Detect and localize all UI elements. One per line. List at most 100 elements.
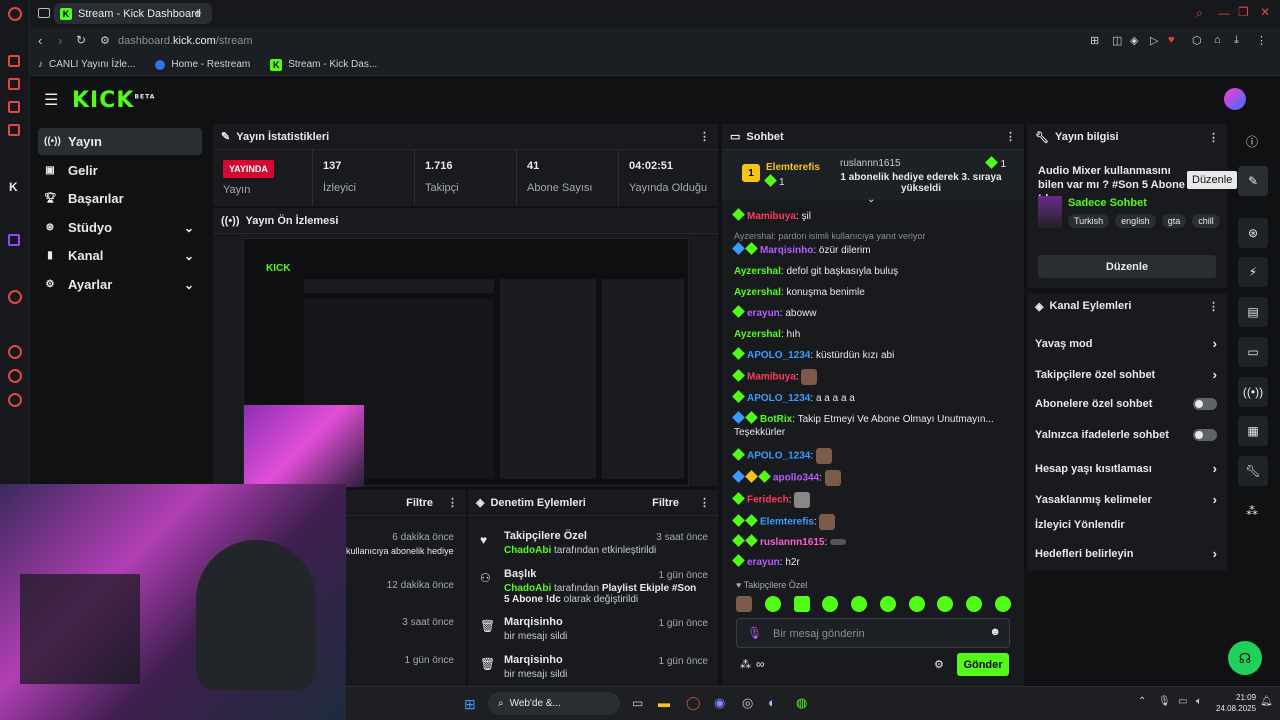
shield-icon[interactable]: ◈ <box>1130 34 1138 47</box>
emote-icon[interactable] <box>822 596 839 612</box>
settings-icon[interactable] <box>8 393 22 407</box>
nav-item-kanal[interactable]: ▮ Kanal ⌄ <box>38 242 202 269</box>
avatar[interactable] <box>1224 88 1246 110</box>
chat-user[interactable]: APOLO_1234 <box>747 350 810 361</box>
windows-start-icon[interactable]: ⊞ <box>464 696 476 713</box>
tag[interactable]: Turkish <box>1068 214 1110 228</box>
chat-user[interactable]: APOLO_1234 <box>747 451 810 462</box>
history-icon[interactable] <box>8 345 22 359</box>
chat-user[interactable]: Ayzershal <box>734 329 781 340</box>
chat-user[interactable]: apollo344 <box>773 473 819 484</box>
nav-item-basarilar[interactable]: 🏆︎ Başarılar <box>38 185 202 212</box>
channel-action-goals[interactable]: Hedefleri belirleyin › <box>1035 546 1217 561</box>
channel-action-account-age[interactable]: Hesap yaşı kısıtlaması › <box>1035 461 1217 476</box>
top-gifter-name[interactable]: Elemterefis <box>766 162 820 173</box>
lightning-icon[interactable]: ⚡︎ <box>1238 257 1268 287</box>
send-button[interactable]: Gönder <box>957 653 1009 676</box>
filter-button[interactable]: Filtre <box>406 497 433 509</box>
kick-sidebar-icon[interactable]: K <box>9 180 18 194</box>
chat-user[interactable]: Ayzershal <box>734 266 781 277</box>
volume-icon[interactable]: 🔈︎ <box>1196 696 1202 707</box>
category-name[interactable]: Sadece Sohbet <box>1068 197 1147 209</box>
discord-icon[interactable]: ◉ <box>714 695 725 711</box>
close-window-icon[interactable]: ✕ <box>1260 5 1270 19</box>
more-options-icon[interactable]: ⋮ <box>1208 131 1219 144</box>
chat-user[interactable]: erayun <box>747 557 780 568</box>
subs-only-toggle[interactable] <box>1193 398 1217 410</box>
chat-user[interactable]: Elemterefis <box>760 517 814 528</box>
preview-video[interactable]: KICK <box>243 238 689 487</box>
clock[interactable]: 21:09 24.08.2025 <box>1216 692 1256 714</box>
profile-icon[interactable]: ⌂ <box>1214 34 1221 46</box>
tag[interactable]: chill <box>1192 214 1220 228</box>
sidebar-app-icon[interactable] <box>8 55 20 67</box>
channel-action-slow-mode[interactable]: Yavaş mod › <box>1035 336 1217 351</box>
play-icon[interactable]: ▷ <box>1150 34 1158 47</box>
mic-tray-icon[interactable]: 🎙︎ <box>1158 696 1171 707</box>
broadcast-icon[interactable]: ((•)) <box>1238 377 1268 407</box>
gifter-name[interactable]: ruslannn1615 <box>840 158 901 169</box>
notification-icon[interactable]: 🔔︎ <box>1260 696 1273 707</box>
emote-icon[interactable] <box>879 596 896 612</box>
bookmark-item[interactable]: Home - Restream <box>155 59 250 70</box>
emoji-icon[interactable]: ☻ <box>989 626 1001 638</box>
opera-logo-icon[interactable] <box>8 7 22 21</box>
filter-button[interactable]: Filtre <box>652 497 679 509</box>
channel-action-followers-only[interactable]: Takipçilere özel sohbet › <box>1035 367 1217 382</box>
channel-action-banned-words[interactable]: Yasaklanmış kelimeler › <box>1035 492 1217 507</box>
heart-icon[interactable]: ♥ <box>1168 34 1175 46</box>
tag[interactable]: english <box>1115 214 1156 228</box>
chat-input[interactable]: 🎙︎ Bir mesaj gönderin ☻ <box>736 618 1010 648</box>
points-icon[interactable]: ⁂ <box>740 658 751 671</box>
emote-icon[interactable] <box>966 596 983 612</box>
maximize-icon[interactable]: ❐ <box>1238 5 1249 19</box>
moderation-user[interactable]: ChadoAbi <box>504 545 551 556</box>
category-thumbnail[interactable] <box>1038 196 1062 228</box>
emote-icon[interactable] <box>736 596 752 612</box>
forward-icon[interactable]: › <box>58 33 62 48</box>
kick-logo[interactable]: KICKBETA <box>72 88 155 113</box>
site-info-icon[interactable]: ⚙ <box>100 34 110 47</box>
nav-item-studyo[interactable]: ⊛ Stüdyo ⌄ <box>38 214 202 241</box>
back-icon[interactable]: ‹ <box>38 33 42 48</box>
chat-user[interactable]: Marqisinho <box>760 245 813 256</box>
camera-icon[interactable]: ◫ <box>1112 34 1122 47</box>
more-options-icon[interactable]: ⋮ <box>699 130 710 143</box>
search-tabs-icon[interactable]: ⌕ <box>1196 6 1203 21</box>
file-explorer-icon[interactable]: ▬ <box>658 696 670 710</box>
edit-pencil-icon[interactable]: ✎ <box>1238 166 1268 196</box>
chat-settings-icon[interactable]: ⚙ <box>934 658 944 671</box>
download-icon[interactable]: ⤓ <box>1234 34 1239 47</box>
chat-user[interactable]: erayun <box>747 308 780 319</box>
chrome-icon[interactable]: ◍ <box>796 695 807 711</box>
community-icon[interactable]: ⁂ <box>1246 504 1258 518</box>
emote-icon[interactable] <box>764 596 781 612</box>
chat-user[interactable]: Feridech <box>747 495 789 506</box>
network-icon[interactable]: ▭ <box>1178 696 1187 707</box>
pin-icon[interactable]: ⊞ <box>1090 34 1099 47</box>
moderation-user[interactable]: ChadoAbi <box>504 583 551 594</box>
extensions-icon[interactable] <box>8 369 22 383</box>
sidebar-app-icon[interactable] <box>8 124 20 136</box>
channel-action-raid[interactable]: İzleyici Yönlendir <box>1035 519 1217 531</box>
taskbar-search[interactable]: ⌕ Web'de &... <box>488 692 620 715</box>
obs-icon[interactable]: ◎ <box>742 695 753 711</box>
mic-icon[interactable]: 🎙︎ <box>747 626 762 640</box>
twitch-icon[interactable] <box>8 234 20 246</box>
menu-icon[interactable]: ⋮ <box>1256 34 1267 47</box>
nav-item-yayin[interactable]: ((•)) Yayın <box>38 128 202 155</box>
steam-icon[interactable]: ◐ <box>768 695 776 710</box>
notes-icon[interactable]: ▤ <box>1238 297 1268 327</box>
more-options-icon[interactable]: ⋮ <box>699 496 710 509</box>
more-options-icon[interactable]: ⋮ <box>1005 130 1016 143</box>
emote-icon[interactable] <box>908 596 925 612</box>
nav-item-gelir[interactable]: ▣ Gelir <box>38 157 202 184</box>
opera-taskbar-icon[interactable]: ◯ <box>686 695 701 711</box>
nav-item-ayarlar[interactable]: ⚙ Ayarlar ⌄ <box>38 271 202 298</box>
new-tab-button[interactable]: + <box>194 5 202 20</box>
bookmark-item[interactable]: ♪ CANLI Yayını İzle... <box>38 59 135 70</box>
more-options-icon[interactable]: ⋮ <box>1208 300 1219 313</box>
extensions-icon[interactable]: ⬡ <box>1192 34 1202 47</box>
chat-user[interactable]: Mamibuya <box>747 211 796 222</box>
chat-user[interactable]: APOLO_1234 <box>747 393 810 404</box>
